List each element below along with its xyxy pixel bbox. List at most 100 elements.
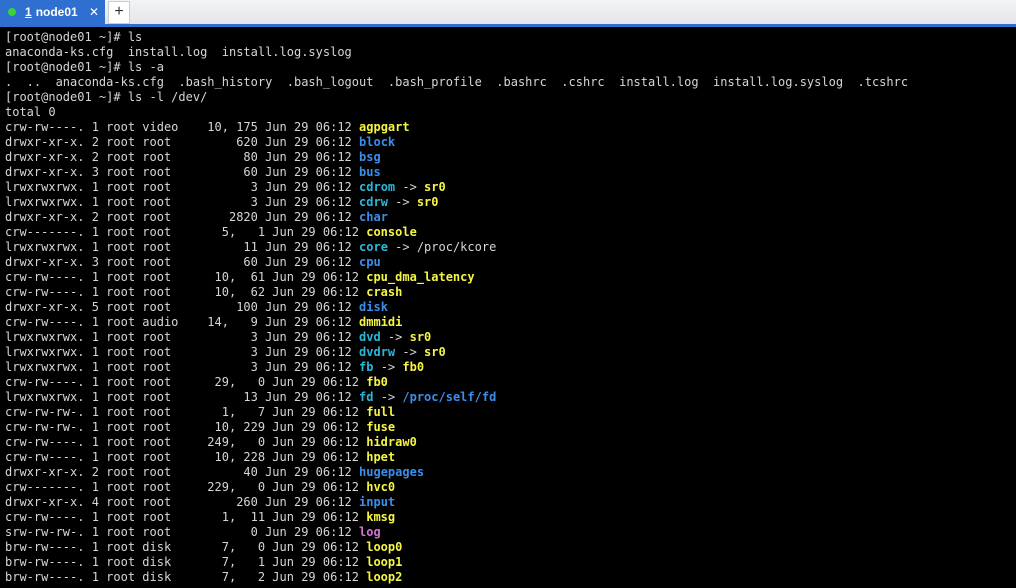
line-text: drwxr-xr-x. 3 root root 60 Jun 29 06:12 xyxy=(5,165,360,179)
line-text: . .. anaconda-ks.cfg .bash_history .bash… xyxy=(5,75,909,89)
terminal-line: crw-rw-rw-. 1 root root 1, 7 Jun 29 06:1… xyxy=(5,405,1011,420)
line-text: anaconda-ks.cfg install.log install.log.… xyxy=(5,45,352,59)
line-text: crw-rw----. 1 root video 10, 175 Jun 29 … xyxy=(5,120,360,134)
terminal-line: lrwxrwxrwx. 1 root root 3 Jun 29 06:12 c… xyxy=(5,180,1011,195)
terminal-line: crw-rw----. 1 root root 10, 228 Jun 29 0… xyxy=(5,450,1011,465)
terminal-line: drwxr-xr-x. 5 root root 100 Jun 29 06:12… xyxy=(5,300,1011,315)
link-arrow: -> xyxy=(387,195,417,209)
terminal-line: [root@node01 ~]# ls -a xyxy=(5,60,1011,75)
file-name: cpu xyxy=(359,255,381,269)
line-text: brw-rw----. 1 root disk 7, 1 Jun 29 06:1… xyxy=(5,555,367,569)
terminal-line: lrwxrwxrwx. 1 root root 3 Jun 29 06:12 d… xyxy=(5,330,1011,345)
file-name: input xyxy=(359,495,396,509)
file-name: kmsg xyxy=(366,510,396,524)
line-text: drwxr-xr-x. 3 root root 60 Jun 29 06:12 xyxy=(5,255,360,269)
terminal-line: anaconda-ks.cfg install.log install.log.… xyxy=(5,45,1011,60)
terminal-line: lrwxrwxrwx. 1 root root 13 Jun 29 06:12 … xyxy=(5,390,1011,405)
file-name: log xyxy=(359,525,381,539)
terminal-line: srw-rw-rw-. 1 root root 0 Jun 29 06:12 l… xyxy=(5,525,1011,540)
terminal-line: brw-rw----. 1 root disk 7, 0 Jun 29 06:1… xyxy=(5,540,1011,555)
terminal-line: brw-rw----. 1 root disk 7, 1 Jun 29 06:1… xyxy=(5,555,1011,570)
file-name: bus xyxy=(359,165,381,179)
file-name: dvd xyxy=(359,330,381,344)
terminal-line: crw-rw----. 1 root root 29, 0 Jun 29 06:… xyxy=(5,375,1011,390)
terminal-line: total 0 xyxy=(5,105,1011,120)
file-name: dvdrw xyxy=(359,345,396,359)
line-text: lrwxrwxrwx. 1 root root 3 Jun 29 06:12 xyxy=(5,195,360,209)
link-arrow: -> xyxy=(395,180,425,194)
terminal-line: crw-rw----. 1 root audio 14, 9 Jun 29 06… xyxy=(5,315,1011,330)
line-text: lrwxrwxrwx. 1 root root 11 Jun 29 06:12 xyxy=(5,240,360,254)
line-text: crw-rw-rw-. 1 root root 1, 7 Jun 29 06:1… xyxy=(5,405,367,419)
terminal-line: . .. anaconda-ks.cfg .bash_history .bash… xyxy=(5,75,1011,90)
link-arrow: -> xyxy=(373,360,403,374)
link-arrow: -> xyxy=(395,345,425,359)
file-name: cpu_dma_latency xyxy=(366,270,475,284)
terminal-line: lrwxrwxrwx. 1 root root 3 Jun 29 06:12 d… xyxy=(5,345,1011,360)
terminal-line: drwxr-xr-x. 3 root root 60 Jun 29 06:12 … xyxy=(5,165,1011,180)
line-text: drwxr-xr-x. 2 root root 40 Jun 29 06:12 xyxy=(5,465,360,479)
line-text: crw-rw----. 1 root audio 14, 9 Jun 29 06… xyxy=(5,315,360,329)
file-name: hugepages xyxy=(359,465,425,479)
terminal-line: drwxr-xr-x. 2 root root 80 Jun 29 06:12 … xyxy=(5,150,1011,165)
file-name: fb xyxy=(359,360,374,374)
line-text: crw-------. 1 root root 229, 0 Jun 29 06… xyxy=(5,480,367,494)
terminal-output[interactable]: [root@node01 ~]# ls anaconda-ks.cfg insta… xyxy=(5,30,1011,588)
line-text: drwxr-xr-x. 4 root root 260 Jun 29 06:12 xyxy=(5,495,360,509)
file-name: core xyxy=(359,240,388,254)
file-name: loop2 xyxy=(366,570,403,584)
terminal-line: lrwxrwxrwx. 1 root root 3 Jun 29 06:12 c… xyxy=(5,195,1011,210)
terminal-line: brw-rw----. 1 root disk 7, 2 Jun 29 06:1… xyxy=(5,570,1011,585)
terminal-line: drwxr-xr-x. 2 root root 2820 Jun 29 06:1… xyxy=(5,210,1011,225)
link-target: fb0 xyxy=(402,360,425,374)
terminal-line: crw-rw----. 1 root video 10, 175 Jun 29 … xyxy=(5,120,1011,135)
line-text: crw-rw----. 1 root root 10, 61 Jun 29 06… xyxy=(5,270,367,284)
terminal-line: drwxr-xr-x. 3 root root 60 Jun 29 06:12 … xyxy=(5,255,1011,270)
tab-number: 1 xyxy=(25,5,32,19)
line-text: drwxr-xr-x. 2 root root 2820 Jun 29 06:1… xyxy=(5,210,360,224)
terminal-line: crw-------. 1 root root 5, 1 Jun 29 06:1… xyxy=(5,225,1011,240)
line-text: lrwxrwxrwx. 1 root root 3 Jun 29 06:12 xyxy=(5,330,360,344)
line-text: [root@node01 ~]# ls xyxy=(5,30,143,44)
line-text: crw-rw----. 1 root root 10, 228 Jun 29 0… xyxy=(5,450,367,464)
terminal-line: lrwxrwxrwx. 1 root root 3 Jun 29 06:12 f… xyxy=(5,360,1011,375)
link-arrow: -> xyxy=(380,330,410,344)
line-text: lrwxrwxrwx. 1 root root 13 Jun 29 06:12 xyxy=(5,390,360,404)
link-target: sr0 xyxy=(416,195,439,209)
link-target: sr0 xyxy=(424,180,446,194)
terminal-line: crw-rw----. 1 root root 1, 11 Jun 29 06:… xyxy=(5,510,1011,525)
link-target: /proc/kcore xyxy=(416,240,497,254)
new-tab-button[interactable]: + xyxy=(108,1,130,24)
file-name: cdrom xyxy=(359,180,396,194)
file-name: full xyxy=(366,405,396,419)
file-name: hpet xyxy=(366,450,396,464)
line-text: brw-rw----. 1 root disk 7, 2 Jun 29 06:1… xyxy=(5,570,367,584)
line-text: drwxr-xr-x. 2 root root 80 Jun 29 06:12 xyxy=(5,150,360,164)
terminal-line: crw-rw----. 1 root root 249, 0 Jun 29 06… xyxy=(5,435,1011,450)
terminal-line: [root@node01 ~]# ls -l /dev/ xyxy=(5,90,1011,105)
tab-node01[interactable]: 1 node01 ✕ xyxy=(0,0,105,24)
file-name: agpgart xyxy=(359,120,410,134)
line-text: crw-rw----. 1 root root 10, 62 Jun 29 06… xyxy=(5,285,367,299)
file-name: char xyxy=(359,210,388,224)
line-text: [root@node01 ~]# ls -l /dev/ xyxy=(5,90,208,104)
line-text: lrwxrwxrwx. 1 root root 3 Jun 29 06:12 xyxy=(5,360,360,374)
file-name: loop1 xyxy=(366,555,403,569)
line-text: crw-rw----. 1 root root 29, 0 Jun 29 06:… xyxy=(5,375,367,389)
line-text: drwxr-xr-x. 5 root root 100 Jun 29 06:12 xyxy=(5,300,360,314)
connection-status-icon xyxy=(8,8,16,16)
terminal-line: drwxr-xr-x. 2 root root 620 Jun 29 06:12… xyxy=(5,135,1011,150)
line-text: srw-rw-rw-. 1 root root 0 Jun 29 06:12 xyxy=(5,525,360,539)
file-name: hvc0 xyxy=(366,480,396,494)
terminal-line: crw-rw----. 1 root root 10, 61 Jun 29 06… xyxy=(5,270,1011,285)
link-target: sr0 xyxy=(409,330,432,344)
terminal-line: lrwxrwxrwx. 1 root root 11 Jun 29 06:12 … xyxy=(5,240,1011,255)
line-text: total 0 xyxy=(5,105,56,119)
close-tab-icon[interactable]: ✕ xyxy=(89,0,99,24)
file-name: disk xyxy=(359,300,388,314)
link-arrow: -> xyxy=(387,240,417,254)
link-target: /proc/self/fd xyxy=(402,390,497,404)
file-name: fb0 xyxy=(366,375,388,389)
file-name: fd xyxy=(359,390,374,404)
line-text: [root@node01 ~]# ls -a xyxy=(5,60,164,74)
